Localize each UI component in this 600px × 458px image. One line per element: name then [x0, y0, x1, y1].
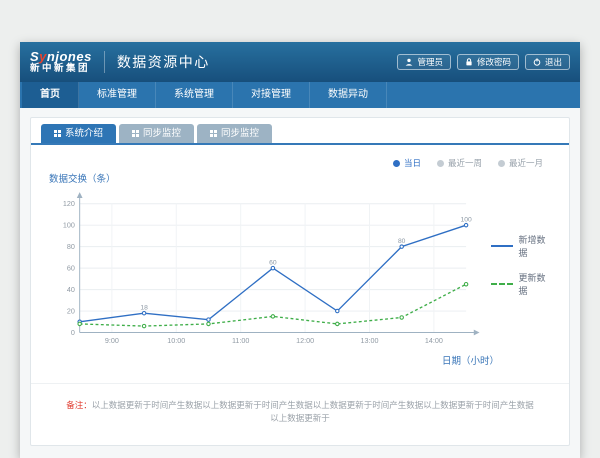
app-header: Synjones 新中新集团 数据资源中心 管理员 修改密码 退出: [20, 42, 580, 82]
main-panel: 系统介绍 同步监控 同步监控 当日: [30, 117, 570, 446]
tab-system-intro[interactable]: 系统介绍: [41, 124, 116, 143]
logo-subtitle: 新中新集团: [30, 64, 92, 74]
page-title: 数据资源中心: [117, 52, 210, 72]
change-password-label: 修改密码: [477, 58, 511, 67]
filter-dot-icon: [393, 160, 400, 167]
filter-label: 最近一周: [448, 157, 482, 169]
filter-label: 最近一月: [509, 157, 543, 169]
svg-text:18: 18: [140, 305, 148, 312]
grid-icon: [132, 130, 139, 137]
filter-today[interactable]: 当日: [393, 157, 421, 169]
series-legend: 新增数据 更新数据: [491, 233, 553, 297]
lock-icon: [465, 58, 473, 66]
logo-accent: y: [39, 49, 47, 64]
filter-last-week[interactable]: 最近一周: [437, 157, 482, 169]
admin-user-button[interactable]: 管理员: [397, 54, 451, 71]
x-axis-title: 日期（小时）: [47, 353, 499, 367]
tab-label: 同步监控: [143, 128, 181, 139]
svg-text:10:00: 10:00: [167, 336, 185, 345]
svg-text:12:00: 12:00: [296, 336, 314, 345]
nav-item-system-mgmt[interactable]: 系统管理: [156, 82, 233, 108]
legend-label: 新增数据: [519, 233, 553, 259]
legend-new-data: 新增数据: [491, 233, 553, 259]
svg-text:80: 80: [398, 238, 406, 245]
filter-dot-icon: [498, 160, 505, 167]
header-divider: [104, 51, 105, 73]
filter-last-month[interactable]: 最近一月: [498, 157, 543, 169]
svg-text:9:00: 9:00: [105, 336, 119, 345]
y-axis-title: 数据交换（条）: [49, 171, 553, 185]
svg-text:14:00: 14:00: [425, 336, 443, 345]
svg-text:13:00: 13:00: [360, 336, 378, 345]
svg-text:100: 100: [63, 221, 75, 230]
svg-text:60: 60: [67, 264, 75, 273]
content-area: 系统介绍 同步监控 同步监控 当日: [20, 108, 580, 458]
svg-text:0: 0: [71, 328, 75, 337]
nav-item-connect-mgmt[interactable]: 对接管理: [233, 82, 310, 108]
grid-icon: [210, 130, 217, 137]
grid-icon: [54, 130, 61, 137]
tab-label: 系统介绍: [65, 128, 103, 139]
logo-text: Synjones: [30, 50, 92, 64]
nav-item-data-change[interactable]: 数据异动: [310, 82, 387, 108]
note-text: 以上数据更新于时间产生数据以上数据更新于时间产生数据以上数据更新于时间产生数据以…: [92, 400, 534, 423]
svg-text:20: 20: [67, 307, 75, 316]
line-chart: 0 20 40 60 80 100 120 9:00 10:00 11:00 12:00 13:00 1…: [47, 187, 481, 355]
filter-label: 当日: [404, 157, 421, 169]
svg-text:60: 60: [269, 260, 277, 267]
svg-text:80: 80: [67, 242, 75, 251]
svg-text:100: 100: [460, 217, 471, 224]
legend-updated-data: 更新数据: [491, 271, 553, 297]
svg-text:40: 40: [67, 285, 75, 294]
brand-logo[interactable]: Synjones 新中新集团: [30, 50, 92, 75]
app-window: Synjones 新中新集团 数据资源中心 管理员 修改密码 退出 首页 标准管…: [20, 42, 580, 458]
time-range-filters: 当日 最近一周 最近一月: [47, 157, 553, 169]
main-nav: 首页 标准管理 系统管理 对接管理 数据异动: [20, 82, 580, 108]
logout-button[interactable]: 退出: [525, 54, 570, 71]
tab-bar: 系统介绍 同步监控 同步监控: [31, 118, 569, 145]
tab-sync-monitor-1[interactable]: 同步监控: [119, 124, 194, 143]
footer-note: 备注：以上数据更新于时间产生数据以上数据更新于时间产生数据以上数据更新于时间产生…: [31, 383, 569, 445]
solid-line-icon: [491, 245, 512, 247]
chart-row: 0 20 40 60 80 100 120 9:00 10:00 11:00 12:00 13:00 1…: [47, 187, 553, 355]
note-prefix: 备注：: [66, 400, 92, 410]
power-icon: [533, 58, 541, 66]
nav-item-home[interactable]: 首页: [22, 82, 79, 108]
nav-item-standard-mgmt[interactable]: 标准管理: [79, 82, 156, 108]
dashed-line-icon: [491, 283, 512, 285]
legend-label: 更新数据: [519, 271, 553, 297]
user-icon: [405, 58, 413, 66]
header-actions: 管理员 修改密码 退出: [397, 54, 570, 71]
svg-text:120: 120: [63, 200, 75, 209]
change-password-button[interactable]: 修改密码: [457, 54, 519, 71]
chart-section: 当日 最近一周 最近一月 数据交换（条） 0 20 40 60 80 100 120 9:00…: [31, 145, 569, 367]
filter-dot-icon: [437, 160, 444, 167]
logout-label: 退出: [545, 58, 562, 67]
admin-user-label: 管理员: [417, 58, 443, 67]
svg-text:11:00: 11:00: [232, 336, 249, 345]
tab-label: 同步监控: [221, 128, 259, 139]
tab-sync-monitor-2[interactable]: 同步监控: [197, 124, 272, 143]
